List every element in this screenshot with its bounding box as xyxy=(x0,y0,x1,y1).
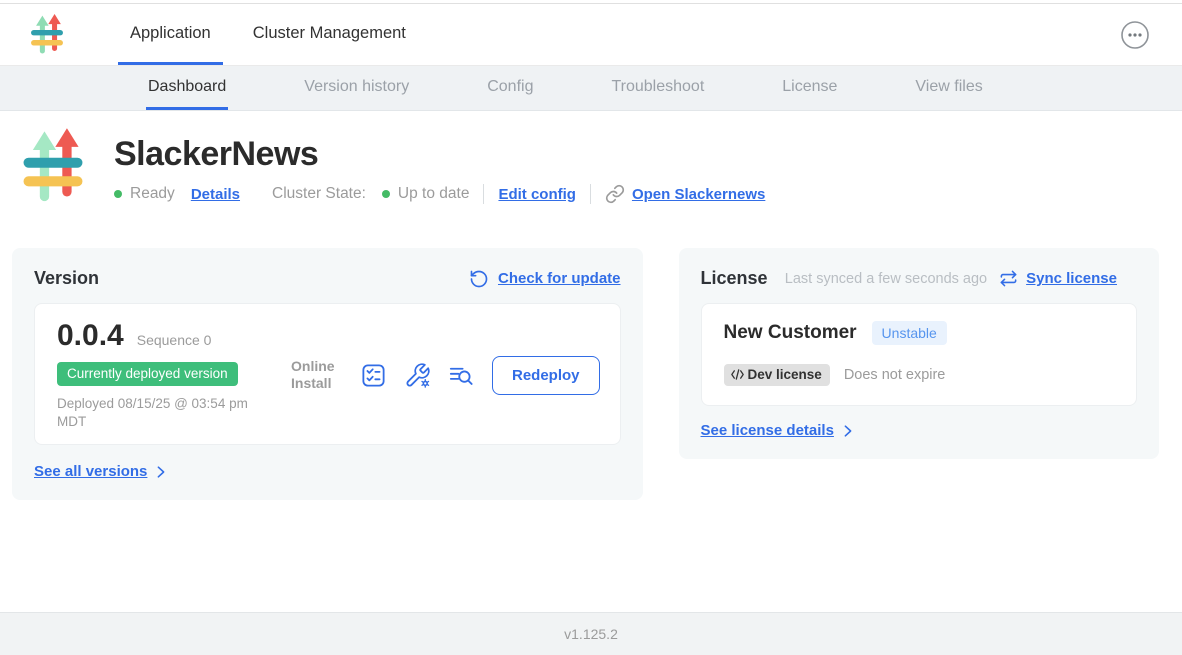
license-type-text: Dev license xyxy=(748,367,822,382)
divider xyxy=(590,184,591,204)
see-all-versions-row[interactable]: See all versions xyxy=(34,463,621,480)
see-all-versions-link[interactable]: See all versions xyxy=(34,463,147,480)
sync-license-link[interactable]: Sync license xyxy=(1026,270,1117,287)
deployed-timestamp: Deployed 08/15/25 @ 03:54 pm MDT xyxy=(57,395,275,431)
channel-badge: Unstable xyxy=(872,321,947,345)
subtab-troubleshoot[interactable]: Troubleshoot xyxy=(609,66,706,110)
rotate-ccw-icon xyxy=(469,269,489,289)
app-subnav: Dashboard Version history Config Trouble… xyxy=(0,66,1182,111)
subtab-version-history[interactable]: Version history xyxy=(302,66,411,110)
check-for-update-link[interactable]: Check for update xyxy=(498,270,621,287)
version-sequence: Sequence 0 xyxy=(137,332,212,348)
sync-arrows-icon xyxy=(999,269,1018,288)
subtab-config[interactable]: Config xyxy=(485,66,535,110)
app-status-dot xyxy=(114,190,122,198)
version-card: Version Check for update 0.0.4 Sequ xyxy=(12,248,643,500)
license-expiration: Does not expire xyxy=(844,367,946,383)
license-card: License Last synced a few seconds ago Sy… xyxy=(679,248,1159,459)
dashboard-cards: Version Check for update 0.0.4 Sequ xyxy=(12,248,1159,500)
license-summary-panel: New Customer Unstable Dev license xyxy=(701,303,1137,406)
see-license-details-row[interactable]: See license details xyxy=(701,422,1137,439)
app-logo-icon xyxy=(30,14,64,56)
app-logo-large-icon xyxy=(22,127,84,207)
chevron-right-icon xyxy=(841,424,855,438)
wrench-gear-config-icon[interactable] xyxy=(404,362,431,389)
page-title: SlackerNews xyxy=(114,135,765,174)
ellipsis-circle-icon xyxy=(1120,20,1150,50)
code-brackets-icon xyxy=(730,369,745,380)
cluster-state-dot xyxy=(382,190,390,198)
deployed-status-badge: Currently deployed version xyxy=(57,362,238,386)
redeploy-button[interactable]: Redeploy xyxy=(492,356,600,395)
license-card-title: License xyxy=(701,268,768,289)
dashboard-main: SlackerNews Ready Details Cluster State:… xyxy=(0,111,1182,612)
chevron-right-icon xyxy=(154,465,168,479)
header: Application Cluster Management xyxy=(0,4,1182,66)
logs-magnifier-icon[interactable] xyxy=(448,362,475,389)
nav-logo[interactable] xyxy=(30,4,64,65)
preflight-checklist-icon[interactable] xyxy=(360,362,387,389)
app-status-row: Ready Details Cluster State: Up to date … xyxy=(114,184,765,204)
app-status-text: Ready xyxy=(130,185,175,203)
version-card-title: Version xyxy=(34,268,99,289)
status-details-link[interactable]: Details xyxy=(191,186,240,203)
tab-application[interactable]: Application xyxy=(118,4,223,65)
cluster-state-label: Cluster State: xyxy=(272,185,366,203)
customer-name: New Customer xyxy=(724,322,857,344)
subtab-view-files[interactable]: View files xyxy=(913,66,984,110)
current-version-panel: 0.0.4 Sequence 0 Currently deployed vers… xyxy=(34,303,621,445)
open-app-link[interactable]: Open Slackernews xyxy=(632,186,765,203)
overflow-menu-button[interactable] xyxy=(1120,20,1150,50)
console-version-text: v1.125.2 xyxy=(564,626,618,642)
version-number: 0.0.4 xyxy=(57,319,124,353)
divider xyxy=(483,184,484,204)
cluster-state-value: Up to date xyxy=(398,185,470,203)
app-header: SlackerNews Ready Details Cluster State:… xyxy=(22,127,1182,207)
see-license-details-link[interactable]: See license details xyxy=(701,422,834,439)
edit-config-link[interactable]: Edit config xyxy=(498,186,576,203)
subtab-dashboard[interactable]: Dashboard xyxy=(146,66,228,110)
subtab-license[interactable]: License xyxy=(780,66,839,110)
tab-cluster-management[interactable]: Cluster Management xyxy=(241,4,418,65)
last-synced-text: Last synced a few seconds ago xyxy=(785,271,987,287)
console-footer: v1.125.2 xyxy=(0,612,1182,655)
chain-link-icon xyxy=(605,184,625,204)
license-type-badge: Dev license xyxy=(724,364,830,386)
install-type-label: Online Install xyxy=(291,358,343,393)
